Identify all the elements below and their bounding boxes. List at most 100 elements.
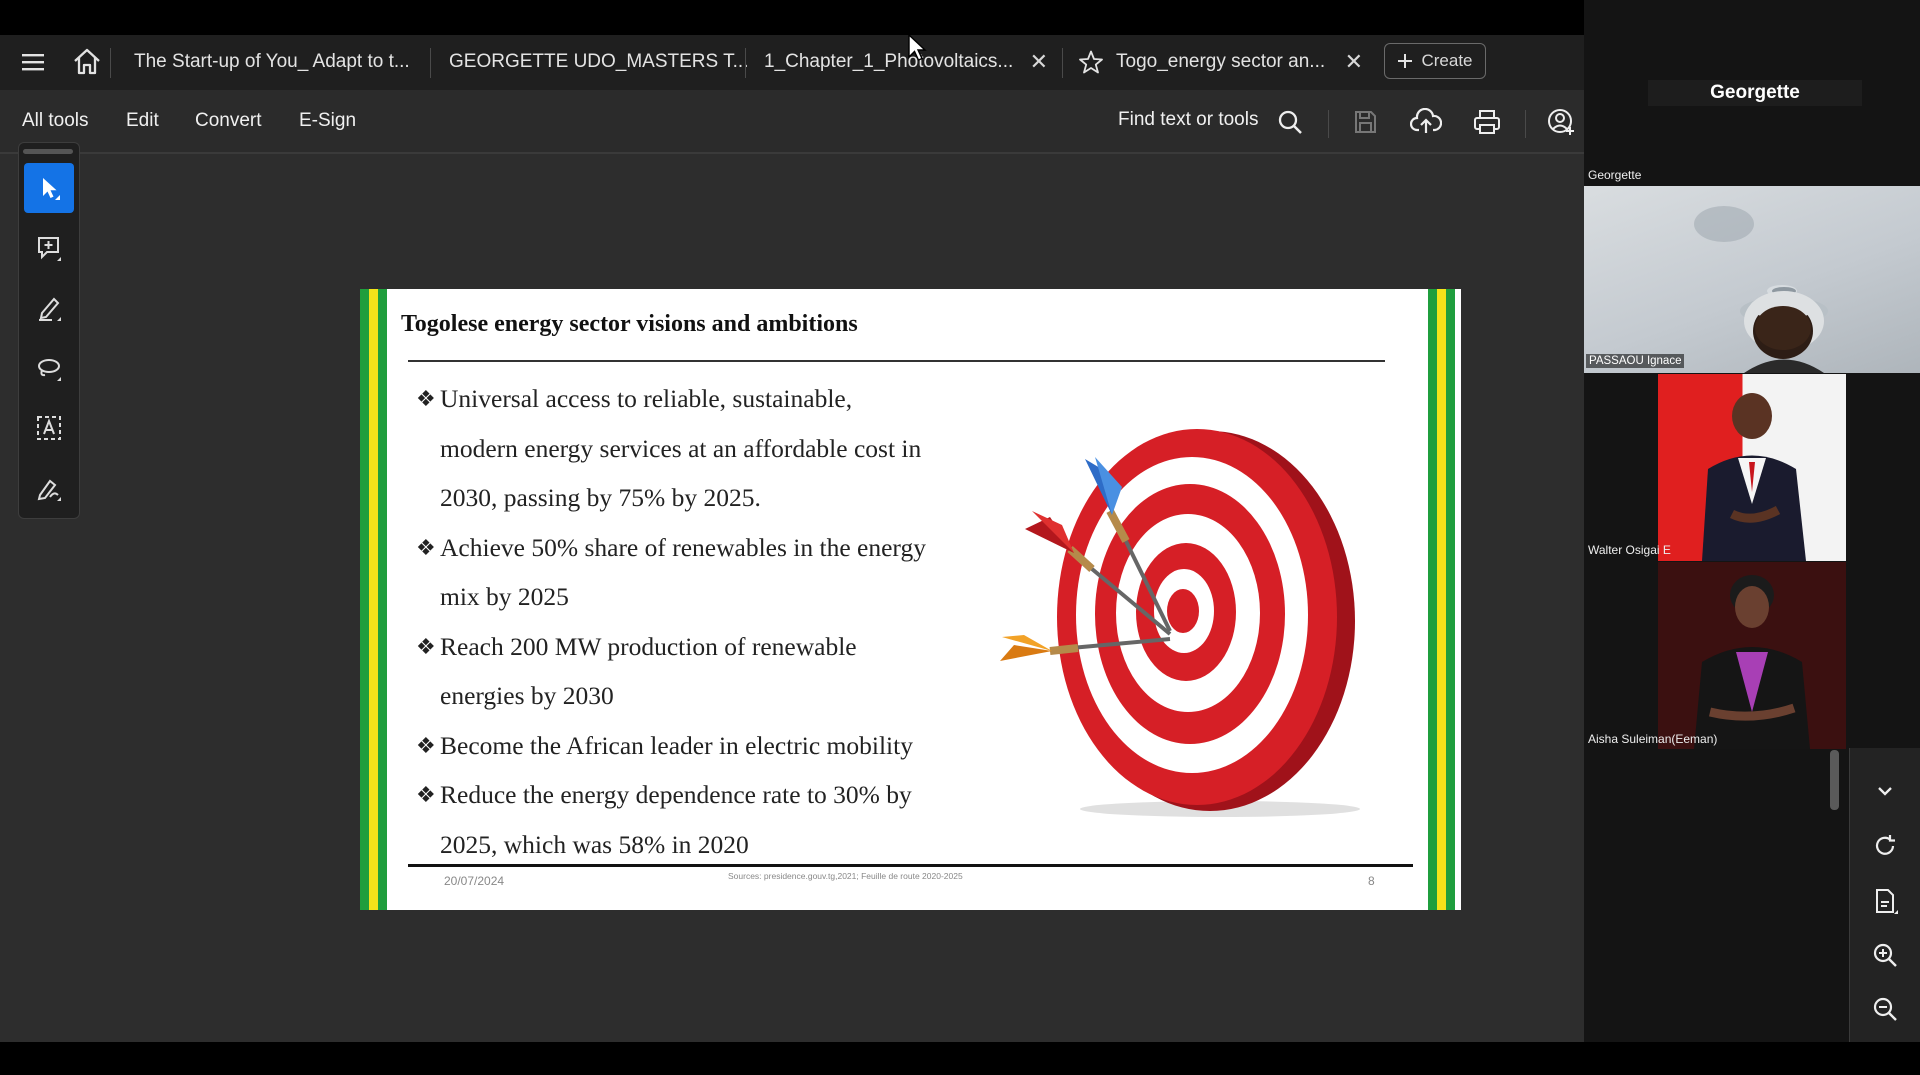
bullet-item: ❖ Universal access to reliable, sustainab… [416,374,976,523]
draw-tool[interactable] [24,343,74,393]
presentation-slide: Togolese energy sector visions and ambit… [360,289,1461,910]
participant-video-tile[interactable]: PASSAOU Ignace [1584,186,1920,373]
plus-icon [1397,53,1413,69]
title-divider [408,360,1385,362]
slide-title: Togolese energy sector visions and ambit… [401,311,858,337]
bullet-line: Universal access to reliable, sustainabl… [440,384,853,413]
mouse-cursor-icon [907,33,929,63]
save-icon[interactable] [1345,102,1385,142]
rail-drag-handle[interactable] [23,149,73,154]
toolbar-separator [1328,110,1329,138]
bullet-line: 2025, which was 58% in 2020 [440,829,749,859]
share-user-icon[interactable] [1541,102,1581,142]
tab-georgette-masters[interactable]: GEORGETTE UDO_MASTERS T... [449,44,749,80]
toolbar-separator [1525,110,1526,138]
slide-date: 20/07/2024 [444,874,505,888]
bullet-marker-icon: ❖ [416,732,436,758]
create-button[interactable]: Create [1384,43,1486,79]
tab-separator [745,48,746,78]
slide-sources: Sources: presidence.gouv.tg,2021; Feuill… [728,871,963,881]
create-label: Create [1421,51,1473,70]
menu-e-sign[interactable]: E-Sign [299,110,356,132]
participant-name: Walter Osigai E [1588,543,1671,557]
star-icon[interactable] [1078,49,1104,75]
footer-divider [408,864,1413,867]
tab-separator [1062,48,1063,78]
participant-video-tile[interactable] [1658,374,1846,561]
home-icon[interactable] [70,46,104,78]
participant-name: PASSAOU Ignace [1586,354,1685,368]
highlight-pen-icon [34,293,64,323]
flag-stripe-green [1428,289,1437,910]
slide-page-number: 8 [1368,874,1375,888]
bullet-line: Achieve 50% share of renewables in the e… [440,532,926,562]
tab-bar: The Start-up of You_ Adapt to t... GEORG… [0,35,1584,90]
presenter-name: Georgette [1648,80,1862,106]
bullet-line: energies by 2030 [440,681,614,710]
tab-label: 1_Chapter_1_Photovoltaics... [764,51,1014,72]
tab-separator [430,48,431,78]
refresh-icon[interactable] [1864,825,1906,867]
panel-scrollbar[interactable] [1830,750,1839,810]
tab-label: Togo_energy sector an... [1116,51,1326,72]
flag-stripe-green [360,289,369,910]
zoom-in-icon[interactable] [1864,934,1906,976]
hamburger-menu-icon[interactable] [18,47,48,77]
bullet-list: ❖ Universal access to reliable, sustainab… [416,374,976,869]
participant-video-tile[interactable] [1658,562,1846,749]
close-tab-icon[interactable]: ✕ [1345,49,1363,75]
sign-tool[interactable] [24,463,74,513]
find-text-or-tools[interactable]: Find text or tools [1118,109,1258,131]
menu-edit[interactable]: Edit [126,110,159,132]
chevron-down-icon[interactable] [1864,770,1906,812]
flag-stripe-yellow [369,289,378,910]
draw-lasso-icon [34,353,64,383]
quick-tools-rail [18,142,80,519]
participant-name: Aisha Suleiman(Eeman) [1588,732,1718,746]
cloud-upload-icon[interactable] [1406,102,1446,142]
menu-all-tools[interactable]: All tools [22,110,89,132]
select-icon [34,173,64,203]
text-recognition-icon [34,413,64,443]
menu-convert[interactable]: Convert [195,110,262,132]
bullet-line: Reduce the energy dependence rate to 30%… [440,780,912,809]
flag-stripe-green [1446,289,1455,910]
tab-startup-of-you[interactable]: The Start-up of You_ Adapt to t... [134,44,434,80]
tab-label: GEORGETTE UDO_MASTERS T... [449,51,749,72]
page-thumbnails-icon[interactable] [1864,880,1906,922]
self-view-label: Georgette [1588,168,1642,182]
close-tab-icon[interactable]: ✕ [1030,49,1048,75]
text-recognition-tool[interactable] [24,403,74,453]
bullet-line: Reach 200 MW production of renewable [440,631,857,661]
bullet-item: ❖ Reach 200 MW production of renewable ene… [416,622,976,721]
highlight-tool[interactable] [24,283,74,333]
bullet-marker-icon: ❖ [416,386,436,411]
bullet-item: ❖ Reduce the energy dependence rate to 30… [416,770,976,869]
bullet-line: mix by 2025 [440,582,569,611]
bullet-line: Become the African leader in electric mo… [440,730,913,760]
tab-separator [110,48,111,78]
bullet-marker-icon: ❖ [416,534,436,560]
zoom-out-icon[interactable] [1864,988,1906,1030]
bullet-item: ❖ Become the African leader in electric m… [416,721,976,771]
print-icon[interactable] [1467,102,1507,142]
bullet-marker-icon: ❖ [416,782,436,807]
flag-stripe-yellow [1437,289,1446,910]
bottom-black-bar [0,1042,1920,1075]
add-comment-icon [34,233,64,263]
bullet-line: modern energy services at an affordable … [440,433,922,463]
flag-stripe-green [378,289,387,910]
select-tool[interactable] [24,163,74,213]
page-navigation-rail [1849,748,1920,1042]
bullet-item: ❖ Achieve 50% share of renewables in the … [416,523,976,622]
dartboard-target-icon [1000,399,1380,819]
bullet-marker-icon: ❖ [416,633,436,659]
tab-chapter-photovoltaics[interactable]: 1_Chapter_1_Photovoltaics... ✕ [764,44,1048,80]
main-toolbar: All tools Edit Convert E-Sign Find text … [0,90,1584,154]
sign-icon [34,473,64,503]
tab-togo-energy-sector[interactable]: Togo_energy sector an... ✕ [1078,44,1363,80]
tab-label: The Start-up of You_ Adapt to t... [134,51,410,72]
add-comment-tool[interactable] [24,223,74,273]
bullet-line: 2030, passing by 75% by 2025. [440,483,761,512]
search-icon[interactable] [1270,102,1310,142]
